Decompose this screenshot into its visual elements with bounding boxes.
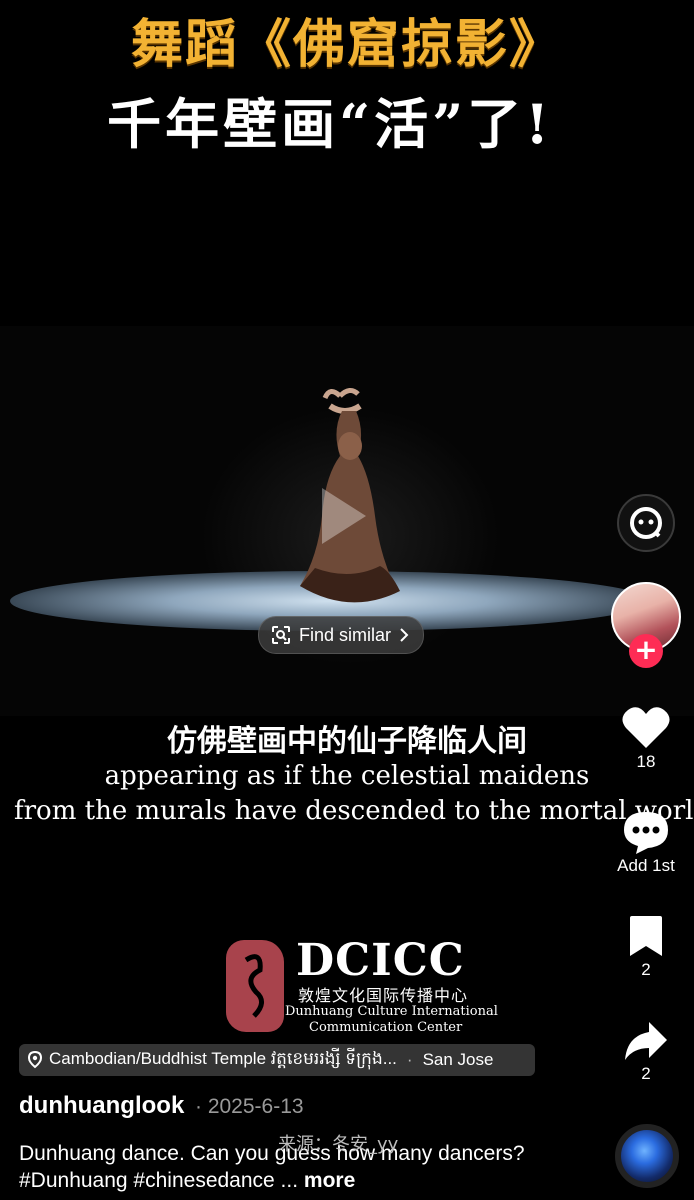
find-similar-label: Find similar	[299, 624, 392, 645]
share-icon	[625, 1022, 667, 1060]
location-pin-icon	[27, 1051, 43, 1069]
chevron-right-icon	[400, 628, 409, 642]
headline-subtitle: 千年壁画“活”了!	[107, 92, 553, 156]
headline-title: 舞蹈《佛窟掠影》	[130, 14, 563, 75]
location-tag[interactable]: Cambodian/Buddhist Temple វត្តខេមររង្សី …	[19, 1044, 535, 1076]
comment-icon	[624, 812, 668, 854]
more-link[interactable]: more	[304, 1169, 355, 1192]
bookmark-icon	[630, 916, 662, 956]
logo-english-line2: Communication Center	[309, 1020, 463, 1035]
find-similar-button[interactable]: Find similar	[258, 616, 425, 654]
like-count: 18	[636, 752, 656, 771]
logo-english-line1: Dunhuang Culture International	[285, 1004, 498, 1019]
heart-icon	[622, 707, 670, 748]
subtitle-chinese: 仿佛壁画中的仙子降临人间	[167, 724, 527, 759]
scan-icon	[272, 626, 290, 644]
location-place: Cambodian/Buddhist Temple វត្តខេមររង្សី …	[49, 1048, 397, 1068]
share-button[interactable]: 2	[606, 1018, 686, 1084]
comment-button[interactable]: Add 1st	[606, 808, 686, 876]
logo-title: DCICC	[296, 935, 465, 986]
play-icon[interactable]	[300, 476, 380, 556]
logo-seal	[226, 940, 284, 1032]
comment-label: Add 1st	[617, 856, 675, 875]
bookmark-count: 2	[641, 960, 651, 979]
plus-icon: +	[634, 633, 658, 666]
share-count: 2	[641, 1064, 651, 1083]
like-button[interactable]: 18	[606, 704, 686, 772]
username[interactable]: dunhuanglook	[19, 1092, 184, 1120]
search-face-button[interactable]	[617, 494, 675, 552]
subtitle-english-line1: appearing as if the celestial maidens	[104, 761, 590, 791]
follow-button[interactable]: +	[629, 634, 663, 668]
music-disc[interactable]	[615, 1124, 679, 1188]
location-separator: ·	[406, 1050, 413, 1069]
location-city: San Jose	[422, 1050, 494, 1069]
subtitle-english-line2: from the murals have descended to the mo…	[14, 796, 694, 826]
video-player[interactable]: Find similar	[0, 326, 694, 716]
post-date: · 2025-6-13	[195, 1095, 304, 1118]
source-watermark: 来源：冬安_yy	[278, 1134, 399, 1155]
logo-chinese-name: 敦煌文化国际传播中心	[298, 986, 469, 1005]
search-face-icon	[630, 507, 662, 539]
description-text: Dunhuang dance. Can you guess how many d…	[19, 1142, 525, 1192]
bookmark-button[interactable]: 2	[606, 914, 686, 980]
